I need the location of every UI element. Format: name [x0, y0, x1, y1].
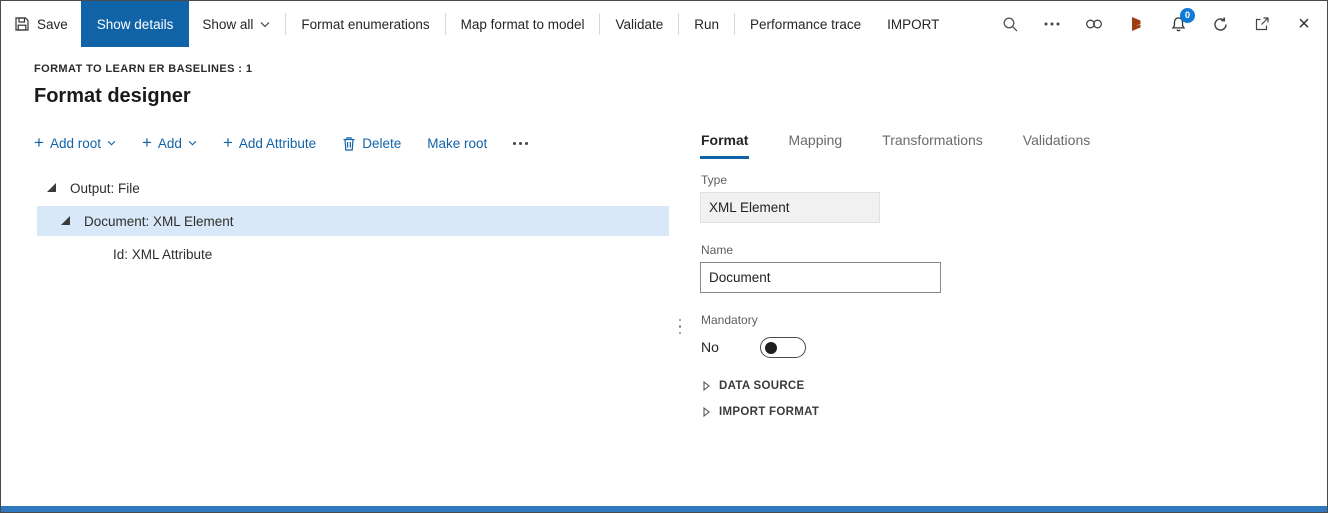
performance-trace-button[interactable]: Performance trace — [737, 1, 874, 47]
tab-transformations[interactable]: Transformations — [881, 132, 984, 159]
make-root-label: Make root — [427, 135, 488, 151]
tree-node-label: Document: XML Element — [84, 213, 234, 229]
save-button[interactable]: Save — [1, 1, 81, 47]
format-enumerations-label: Format enumerations — [301, 16, 430, 32]
search-icon[interactable] — [1001, 15, 1019, 33]
mandatory-value: No — [701, 339, 719, 355]
chevron-down-icon — [188, 140, 197, 146]
tree-row[interactable]: Output: File — [37, 173, 669, 203]
add-label: Add — [157, 135, 182, 151]
page-title: Format designer — [34, 85, 191, 107]
detail-tabs: Format Mapping Transformations Validatio… — [700, 132, 1091, 159]
run-button[interactable]: Run — [681, 1, 732, 47]
panel-splitter[interactable] — [675, 161, 685, 492]
designer-toolbar: + Add root + Add + Add Attribute Delete … — [34, 131, 529, 155]
add-root-button[interactable]: + Add root — [34, 132, 116, 152]
infinity-icon[interactable] — [1085, 15, 1103, 33]
run-label: Run — [694, 16, 720, 32]
show-all-label: Show all — [202, 16, 254, 32]
breadcrumb: FORMAT TO LEARN ER BASELINES : 1 — [34, 63, 253, 75]
map-format-to-model-label: Map format to model — [460, 16, 585, 32]
add-root-label: Add root — [49, 135, 101, 151]
notifications-bell-icon[interactable]: 0 — [1169, 8, 1195, 33]
toolbar-separator — [734, 13, 736, 35]
toolbar-separator — [444, 13, 446, 35]
tree-row[interactable]: Id: XML Attribute — [37, 239, 669, 269]
data-source-section-header[interactable]: DATA SOURCE — [703, 380, 805, 392]
save-icon — [14, 16, 30, 32]
action-pane: Save Show details Show all Format enumer… — [1, 1, 1327, 47]
data-source-section-label: DATA SOURCE — [719, 380, 805, 392]
add-button[interactable]: + Add — [141, 132, 197, 152]
toolbar-icon-group: 0 × — [1001, 1, 1327, 47]
mandatory-field-label: Mandatory — [701, 313, 758, 327]
horizontal-scrollbar[interactable] — [1, 506, 1327, 512]
mandatory-toggle[interactable] — [760, 337, 806, 358]
type-field[interactable] — [700, 192, 880, 223]
add-attribute-label: Add Attribute — [238, 135, 317, 151]
show-all-button[interactable]: Show all — [189, 1, 283, 47]
show-details-label: Show details — [96, 16, 174, 32]
chevron-right-icon — [703, 407, 710, 417]
toolbar-separator — [678, 13, 680, 35]
tab-validations[interactable]: Validations — [1022, 132, 1091, 159]
make-root-button[interactable]: Make root — [427, 136, 487, 151]
chevron-down-icon — [260, 21, 270, 28]
toolbar-separator — [285, 13, 287, 35]
validate-label: Validate — [615, 16, 664, 32]
tab-format[interactable]: Format — [700, 132, 750, 159]
plus-icon: + — [141, 132, 152, 152]
validate-button[interactable]: Validate — [602, 1, 676, 47]
import-button[interactable]: IMPORT — [874, 1, 952, 47]
plus-icon: + — [34, 132, 44, 152]
tree-row-selected[interactable]: Document: XML Element — [37, 206, 669, 236]
tree-expander-icon[interactable] — [61, 216, 71, 226]
name-field[interactable] — [700, 262, 941, 293]
chevron-right-icon — [703, 381, 710, 391]
app-window: Save Show details Show all Format enumer… — [0, 0, 1328, 513]
popout-icon[interactable] — [1253, 15, 1271, 33]
tree-node-label: Id: XML Attribute — [113, 246, 213, 262]
import-label: IMPORT — [887, 16, 940, 32]
delete-button[interactable]: Delete — [342, 136, 401, 151]
save-label: Save — [37, 16, 68, 32]
format-tree: Output: File Document: XML Element Id: X… — [37, 173, 669, 272]
delete-label: Delete — [362, 135, 402, 151]
trash-icon — [342, 136, 356, 151]
dynamics-logo-icon[interactable] — [1127, 15, 1145, 33]
toolbar-separator — [599, 13, 601, 35]
tree-expander-icon[interactable] — [47, 183, 57, 193]
import-format-section-header[interactable]: IMPORT FORMAT — [703, 406, 819, 418]
format-enumerations-button[interactable]: Format enumerations — [288, 1, 442, 47]
designer-more-icon[interactable] — [513, 141, 529, 145]
refresh-icon[interactable] — [1211, 15, 1229, 33]
import-format-section-label: IMPORT FORMAT — [719, 406, 820, 418]
plus-icon: + — [222, 132, 233, 152]
toggle-knob — [765, 341, 777, 354]
add-attribute-button[interactable]: + Add Attribute — [222, 132, 317, 152]
notification-badge: 0 — [1180, 8, 1195, 23]
chevron-down-icon — [107, 140, 116, 146]
performance-trace-label: Performance trace — [750, 16, 862, 32]
map-format-to-model-button[interactable]: Map format to model — [448, 1, 598, 47]
show-details-button[interactable]: Show details — [80, 1, 190, 47]
tab-mapping[interactable]: Mapping — [787, 132, 843, 159]
close-icon[interactable]: × — [1295, 14, 1313, 34]
type-field-label: Type — [701, 173, 728, 187]
tree-node-label: Output: File — [70, 180, 140, 196]
name-field-label: Name — [701, 243, 734, 257]
more-options-icon[interactable] — [1043, 15, 1061, 33]
